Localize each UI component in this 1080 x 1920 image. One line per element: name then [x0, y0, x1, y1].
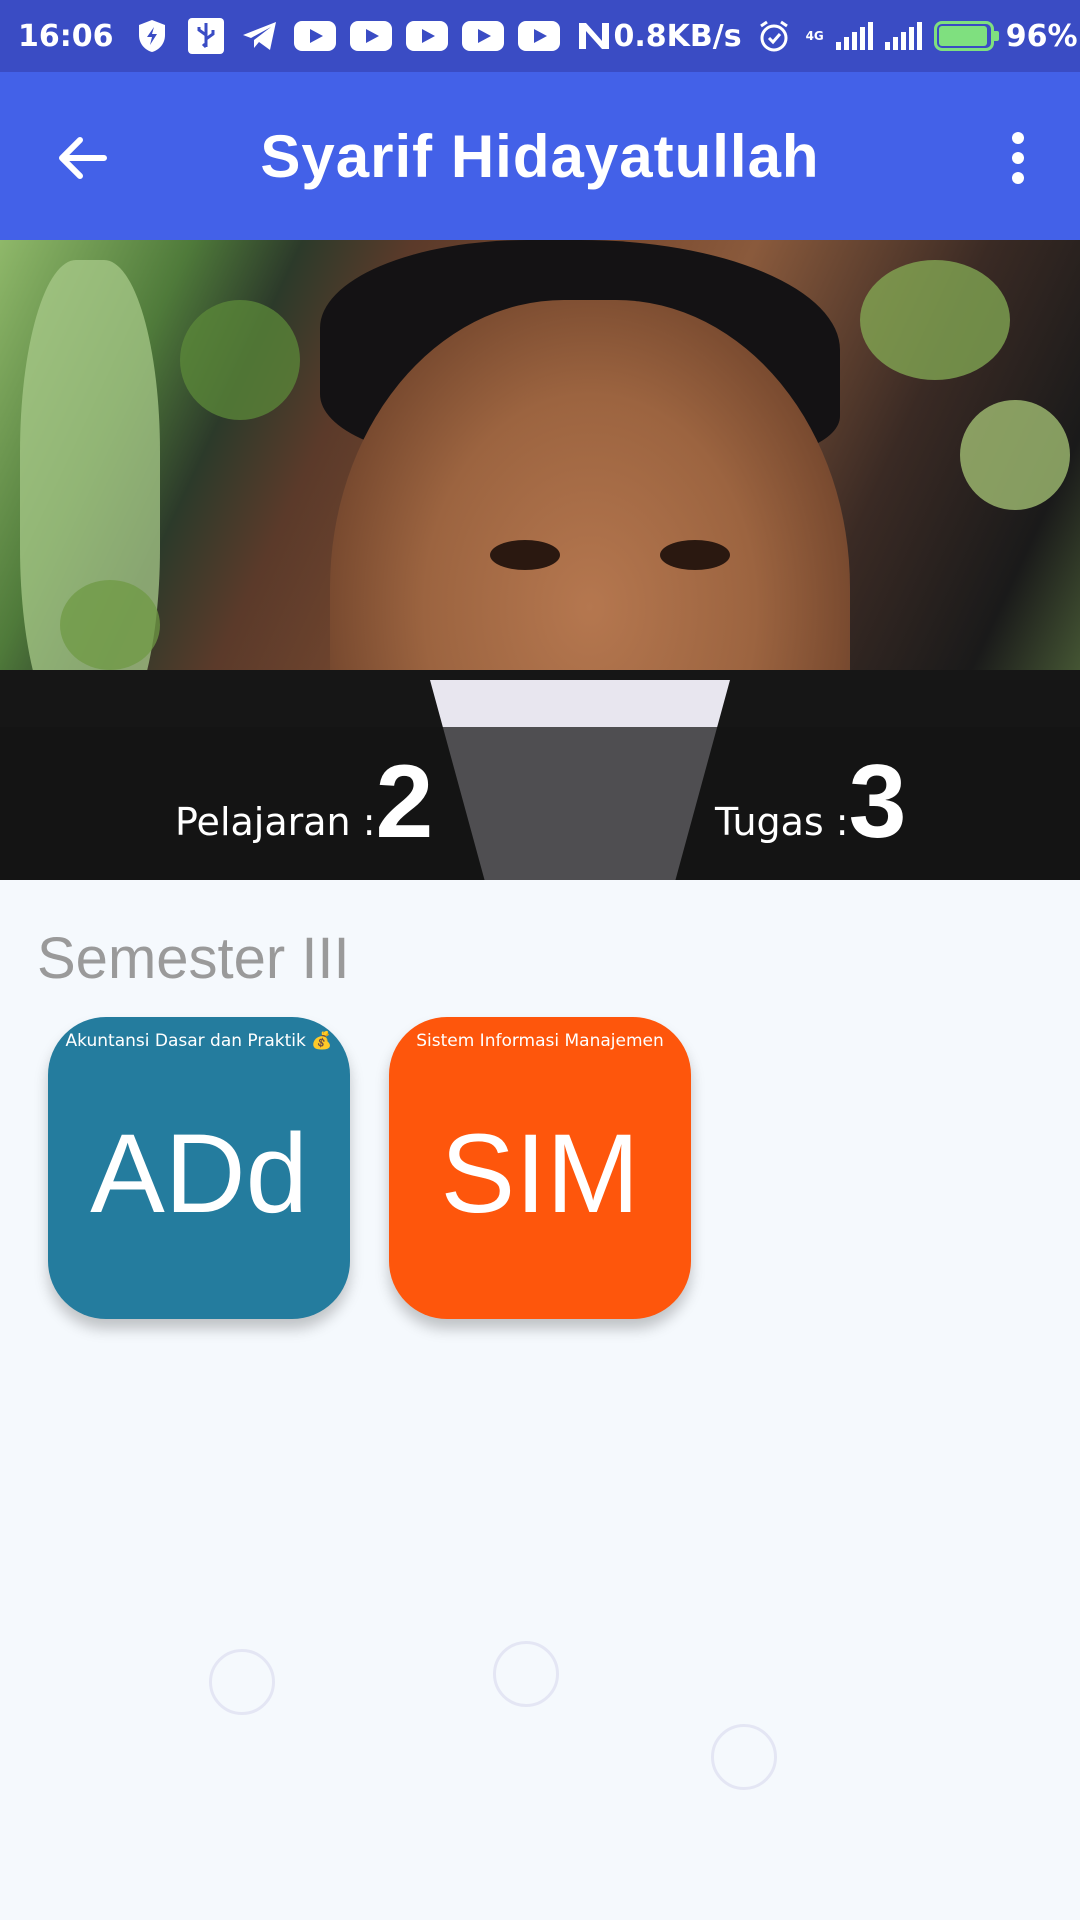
notification-icons [132, 16, 614, 56]
course-abbr: ADd [90, 1110, 308, 1236]
status-right: 0.8KB/s 4G 96% [614, 16, 1078, 56]
youtube-icon [517, 21, 560, 51]
page-title: Syarif Hidayatullah [260, 122, 820, 190]
signal-icon [884, 22, 922, 50]
net-speed: 0.8KB/s [613, 18, 742, 54]
n-icon [574, 16, 614, 56]
stat-pelajaran: Pelajaran : 2 [175, 744, 434, 861]
battery-icon [933, 21, 999, 51]
battery-level [938, 26, 987, 46]
stat-tugas: Tugas : 3 [715, 744, 907, 861]
course-card-add[interactable]: Akuntansi Dasar dan Praktik 💰 ADd [48, 1017, 350, 1319]
more-vert-icon [1012, 132, 1024, 184]
usb-icon [186, 16, 226, 56]
network-label: 4G [805, 29, 824, 43]
youtube-icon [349, 21, 392, 51]
signal-icon [835, 22, 873, 50]
youtube-icon [293, 21, 336, 51]
stat-value: 3 [848, 744, 907, 861]
youtube-icon [461, 21, 504, 51]
stats-overlay: Pelajaran : 2 Tugas : 3 [0, 727, 1080, 880]
decorative-circle [209, 1649, 275, 1715]
course-abbr: SIM [440, 1110, 640, 1236]
stat-label: Tugas : [715, 800, 849, 844]
back-button[interactable] [50, 126, 114, 190]
app-bar: Syarif Hidayatullah [0, 72, 1080, 240]
decorative-circle [711, 1724, 777, 1790]
alarm-icon [754, 16, 794, 56]
semester-title: Semester III [37, 926, 350, 991]
shield-icon [132, 16, 172, 56]
course-card-sim[interactable]: Sistem Informasi Manajemen SIM [389, 1017, 691, 1319]
stat-value: 2 [375, 744, 434, 861]
battery-percent: 96% [1005, 18, 1078, 54]
arrow-back-icon [59, 137, 107, 179]
youtube-icon [405, 21, 448, 51]
more-options-button[interactable] [986, 126, 1050, 190]
status-bar: 16:06 0.8KB/s 4G 96% [0, 0, 1080, 72]
network-type: 4G [806, 30, 824, 42]
decorative-circle [493, 1641, 559, 1707]
telegram-icon [240, 16, 280, 56]
status-time: 16:06 [18, 18, 114, 54]
stat-label: Pelajaran : [175, 800, 376, 844]
